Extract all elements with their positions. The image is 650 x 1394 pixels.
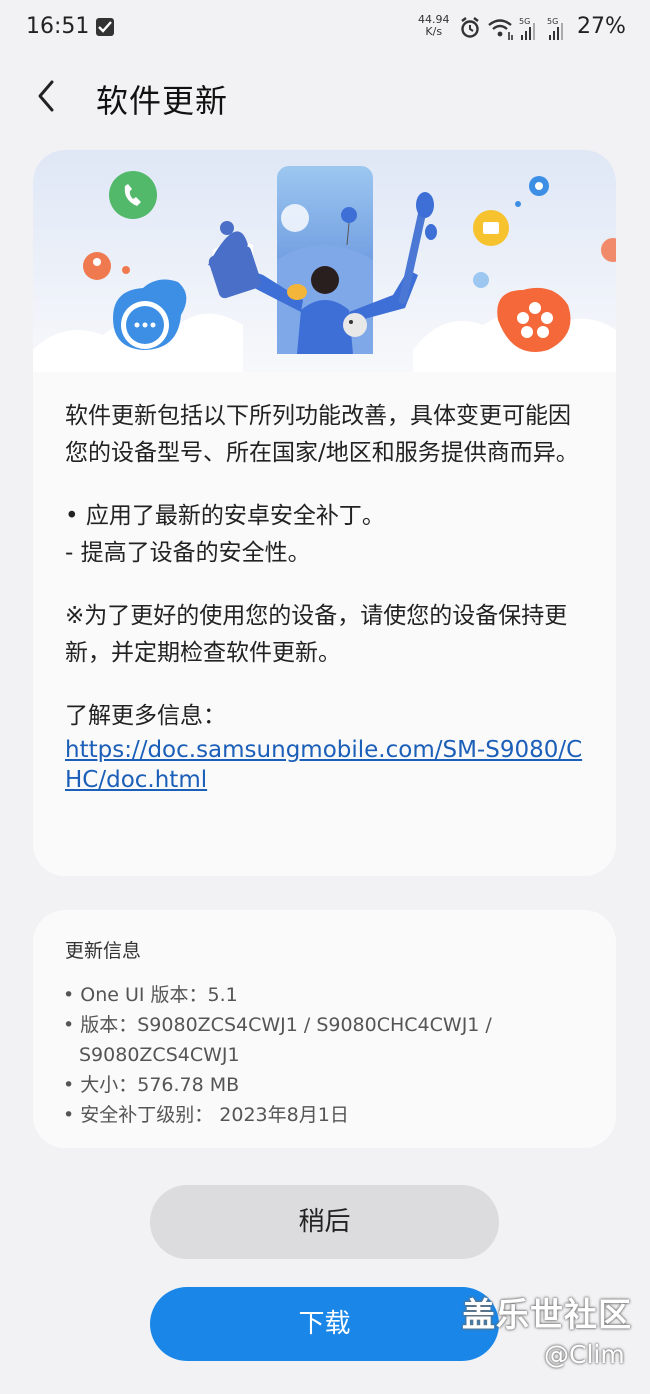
description-intro: 软件更新包括以下所列功能改善，具体变更可能因您的设备型号、所在国家/地区和服务提… [65,403,579,466]
more-info-link[interactable]: https://doc.samsungmobile.com/SM-S9080/C… [65,735,590,795]
battery-percent: 27% [577,14,626,39]
one-ui-version: • One UI 版本：5.1 [63,984,238,1006]
chevron-left-icon [38,80,54,112]
svg-text:5G: 5G [547,17,558,26]
status-icons: 5G 5G [458,16,573,46]
update-info-title: 更新信息 [65,940,142,962]
watermark-user: @Clim [544,1340,625,1369]
network-speed-unit: K/s [425,25,443,38]
status-time: 16:51 [26,14,90,39]
update-description: 软件更新包括以下所列功能改善，具体变更可能因您的设备型号、所在国家/地区和服务提… [65,398,590,795]
wifi-icon [488,19,513,40]
description-sub-bullet: - 提高了设备的安全性。 [65,540,311,566]
checkbox-notification-icon [96,18,114,36]
security-patch-level: • 安全补丁级别： 2023年8月1日 [63,1104,349,1126]
watermark-community: 盖乐世社区 [462,1295,632,1334]
build-version-continued: S9080ZCS4CWJ1 [79,1044,240,1066]
top-app-bar: 软件更新 [0,58,650,138]
update-info-card: 更新信息 • One UI 版本：5.1 • 版本：S9080ZCS4CWJ1 … [33,910,616,1148]
cellular-signal-icon: 5G [519,17,535,40]
build-version: • 版本：S9080ZCS4CWJ1 / S9080CHC4CWJ1 / [63,1014,492,1036]
cellular-signal-2-icon: 5G [547,17,563,40]
description-note: ※为了更好的使用您的设备，请使您的设备保持更新，并定期检查软件更新。 [65,603,568,666]
update-info-list: • One UI 版本：5.1 • 版本：S9080ZCS4CWJ1 / S90… [63,980,583,1130]
network-speed: 44.94 K/s [418,14,450,38]
description-bullet: • 应用了最新的安卓安全补丁。 [65,503,385,529]
status-bar: 16:51 44.94 K/s 5G 5G 27% [0,0,650,58]
phone-app-icon [109,171,157,219]
update-description-card: 软件更新包括以下所列功能改善，具体变更可能因您的设备型号、所在国家/地区和服务提… [33,150,616,876]
alarm-icon [461,17,479,38]
svg-text:5G: 5G [519,17,530,26]
update-size: • 大小：576.78 MB [63,1074,240,1096]
download-button[interactable]: 下载 [150,1287,499,1361]
more-info-label: 了解更多信息： [65,703,226,729]
page-title: 软件更新 [96,82,229,120]
back-button[interactable] [30,76,70,116]
update-illustration [33,150,616,372]
later-button[interactable]: 稍后 [150,1185,499,1259]
